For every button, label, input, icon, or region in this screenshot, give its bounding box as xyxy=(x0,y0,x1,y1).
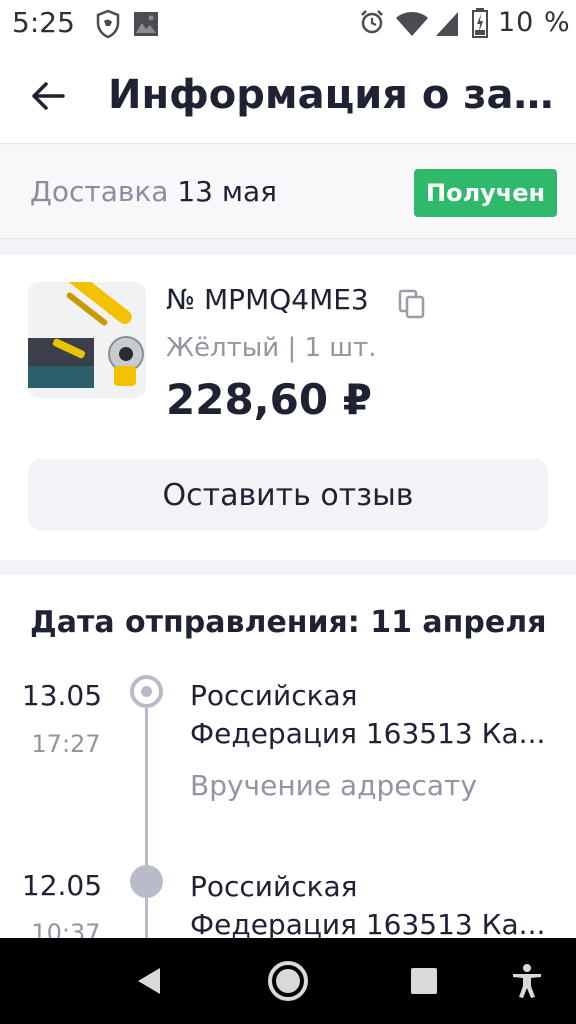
product-thumbnail[interactable] xyxy=(28,282,146,398)
event-place[interactable]: Российская Федерация 163513 Ка... xyxy=(190,868,550,938)
home-circle-icon xyxy=(268,961,308,1001)
photo-icon xyxy=(134,12,158,36)
event-place[interactable]: Российская Федерация 163513 Ка... xyxy=(190,677,550,753)
event-date: 13.05 xyxy=(21,679,103,712)
shield-icon xyxy=(96,9,120,39)
status-bar: 5:25 10 % xyxy=(0,0,576,48)
arrow-left-icon xyxy=(32,82,65,110)
event-time: 10:37 xyxy=(31,919,101,938)
event-date: 12.05 xyxy=(21,869,103,902)
signal-icon xyxy=(436,12,458,36)
product-price: 228,60 ₽ xyxy=(166,375,372,424)
product-variant: Жёлтый | 1 шт. xyxy=(166,333,377,363)
battery-percentage: 10 % xyxy=(498,7,571,38)
status-time: 5:25 xyxy=(12,6,75,39)
event-time: 17:27 xyxy=(31,730,101,758)
timeline-current-dot xyxy=(130,675,163,708)
leave-review-button[interactable]: Оставить отзыв xyxy=(28,459,548,531)
event-place-line1: Российская xyxy=(190,870,358,903)
nav-home-button[interactable] xyxy=(263,956,313,1006)
event-place-line2: Федерация 163513 Ка... xyxy=(190,717,546,750)
system-nav-bar xyxy=(0,938,576,1024)
delivery-label: Доставка xyxy=(30,175,169,208)
copy-icon[interactable] xyxy=(398,289,426,319)
delivery-info: Доставка 13 мая xyxy=(30,175,277,208)
delivery-date: 13 мая xyxy=(177,175,278,208)
event-place-line1: Российская xyxy=(190,679,358,712)
event-place-line2: Федерация 163513 Ка... xyxy=(190,908,546,938)
timeline-dot xyxy=(130,865,163,898)
back-triangle-icon xyxy=(138,968,160,994)
order-card: № MPMQ4ME3 Жёлтый | 1 шт. 228,60 ₽ Остав… xyxy=(0,255,576,560)
status-right-icons xyxy=(361,10,458,36)
delivery-row: Доставка 13 мая Получен xyxy=(0,145,576,239)
status-left-icons xyxy=(96,9,158,39)
accessibility-icon xyxy=(513,964,541,998)
event-status: Вручение адресату xyxy=(190,769,477,802)
nav-back-button[interactable] xyxy=(124,956,174,1006)
nav-accessibility-button[interactable] xyxy=(502,956,552,1006)
ship-date: Дата отправления: 11 апреля xyxy=(30,605,547,640)
back-button[interactable] xyxy=(26,74,70,118)
nav-recents-button[interactable] xyxy=(399,956,449,1006)
timeline-line xyxy=(145,898,148,938)
app-bar: Информация о заказе xyxy=(0,48,576,144)
status-badge: Получен xyxy=(414,169,558,217)
tracking-section: Дата отправления: 11 апреля 13.05 17:27 … xyxy=(0,575,576,938)
alarm-icon xyxy=(361,10,383,34)
wifi-icon xyxy=(396,12,428,36)
timeline-line xyxy=(145,708,148,870)
rotary-cutter-image xyxy=(28,282,146,398)
battery-icon xyxy=(472,8,488,38)
order-number: № MPMQ4ME3 xyxy=(166,283,369,316)
recents-square-icon xyxy=(411,968,437,994)
page-title: Информация о заказе xyxy=(108,72,560,118)
